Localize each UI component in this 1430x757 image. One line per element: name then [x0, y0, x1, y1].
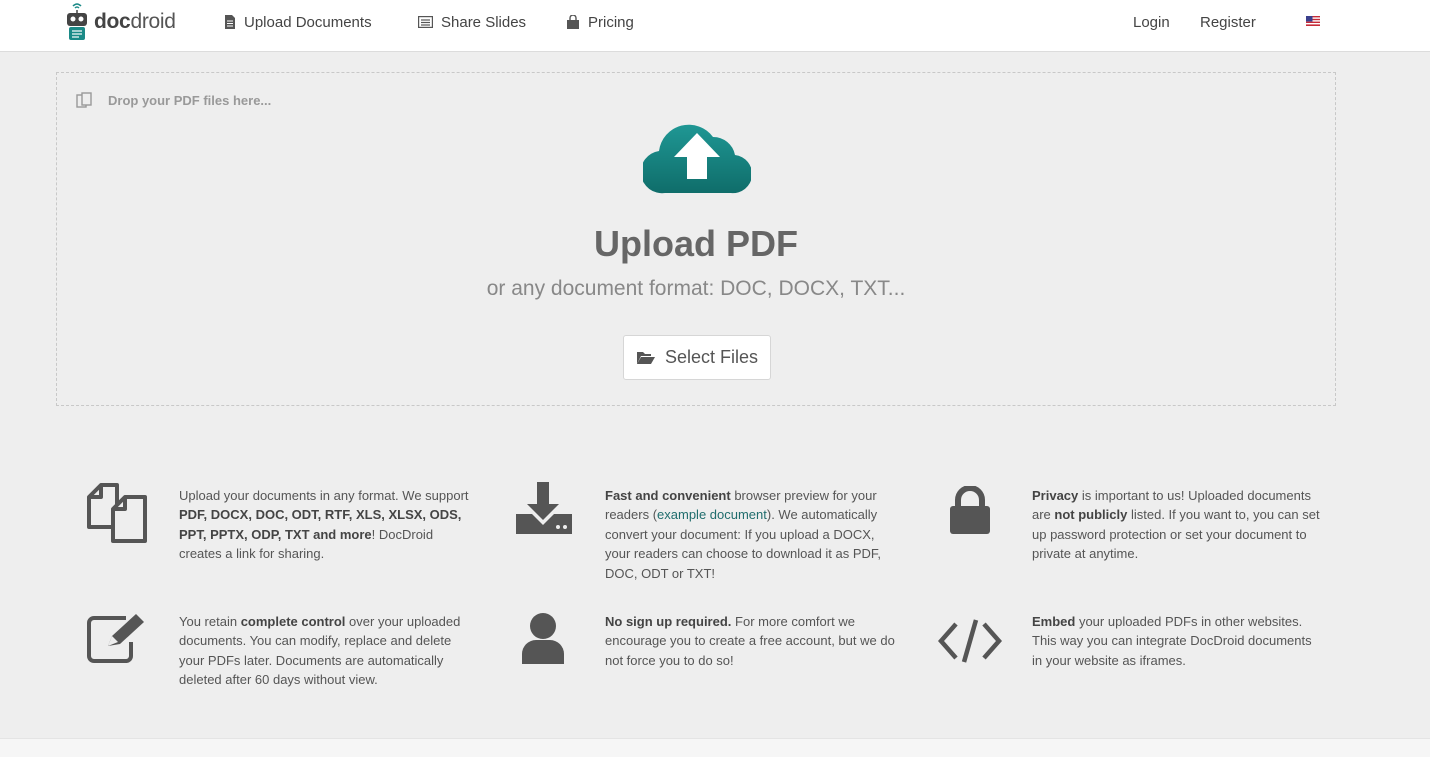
copy-files-icon [87, 483, 147, 543]
nav-label: Upload Documents [244, 13, 372, 31]
register-link[interactable]: Register [1200, 0, 1256, 44]
shopping-bag-icon [567, 15, 579, 29]
edit-icon [87, 614, 144, 663]
nav-label: Pricing [588, 13, 634, 31]
feature-text: You retain complete control over your up… [179, 612, 469, 690]
drop-hint: Drop your PDF files here... [76, 92, 271, 108]
slides-icon [418, 16, 433, 28]
feature-text: Embed your uploaded PDFs in other websit… [1032, 612, 1322, 670]
register-label: Register [1200, 13, 1256, 31]
feature-emphasis: Fast and convenient [605, 488, 731, 503]
feature-text: Upload your documents in any format. We … [179, 486, 469, 564]
feature-emphasis: not publicly [1054, 507, 1128, 523]
file-icon [225, 15, 235, 29]
login-link[interactable]: Login [1133, 0, 1170, 44]
footer [0, 738, 1430, 757]
upload-subtitle: or any document format: DOC, DOCX, TXT..… [486, 277, 906, 300]
download-tray-icon [516, 482, 572, 534]
nav-upload-documents[interactable]: Upload Documents [224, 0, 372, 44]
feature-text: No sign up required. For more comfort we… [605, 612, 895, 670]
top-navbar: docdroid Upload Documents Share Slides P… [0, 0, 1430, 52]
user-icon [522, 613, 564, 664]
nav-pricing[interactable]: Pricing [566, 0, 634, 44]
lock-icon [950, 486, 990, 534]
feature-text-run: Upload your documents in any format. We … [179, 488, 469, 503]
file-dropzone[interactable]: Drop your PDF files here... Upload PDF o… [56, 72, 1336, 406]
logo-text: docdroid [94, 10, 176, 33]
nav-label: Share Slides [441, 13, 527, 31]
cloud-upload-icon [643, 124, 751, 194]
drop-hint-text: Drop your PDF files here... [108, 92, 272, 108]
feature-emphasis: Embed [1032, 614, 1076, 629]
upload-title: Upload PDF [594, 223, 798, 264]
code-icon [938, 619, 1002, 663]
folder-open-icon [636, 352, 655, 364]
feature-emphasis: Privacy [1032, 488, 1079, 503]
feature-text: Privacy is important to us! Uploaded doc… [1032, 486, 1322, 564]
us-flag-icon[interactable] [1306, 16, 1320, 26]
login-label: Login [1133, 13, 1170, 31]
copy-files-icon [76, 92, 92, 108]
robot-logo-icon [67, 3, 87, 40]
example-document-link[interactable]: example document [657, 507, 767, 522]
nav-share-slides[interactable]: Share Slides [418, 0, 526, 44]
feature-text-run: You retain [179, 614, 241, 629]
feature-emphasis: complete control [240, 614, 346, 629]
feature-text: Fast and convenient browser preview for … [605, 486, 895, 583]
select-files-button[interactable]: Select Files [623, 335, 771, 380]
docdroid-logo[interactable]: docdroid [64, 2, 176, 42]
feature-emphasis: No sign up required. [605, 614, 732, 629]
select-files-label: Select Files [664, 347, 759, 367]
